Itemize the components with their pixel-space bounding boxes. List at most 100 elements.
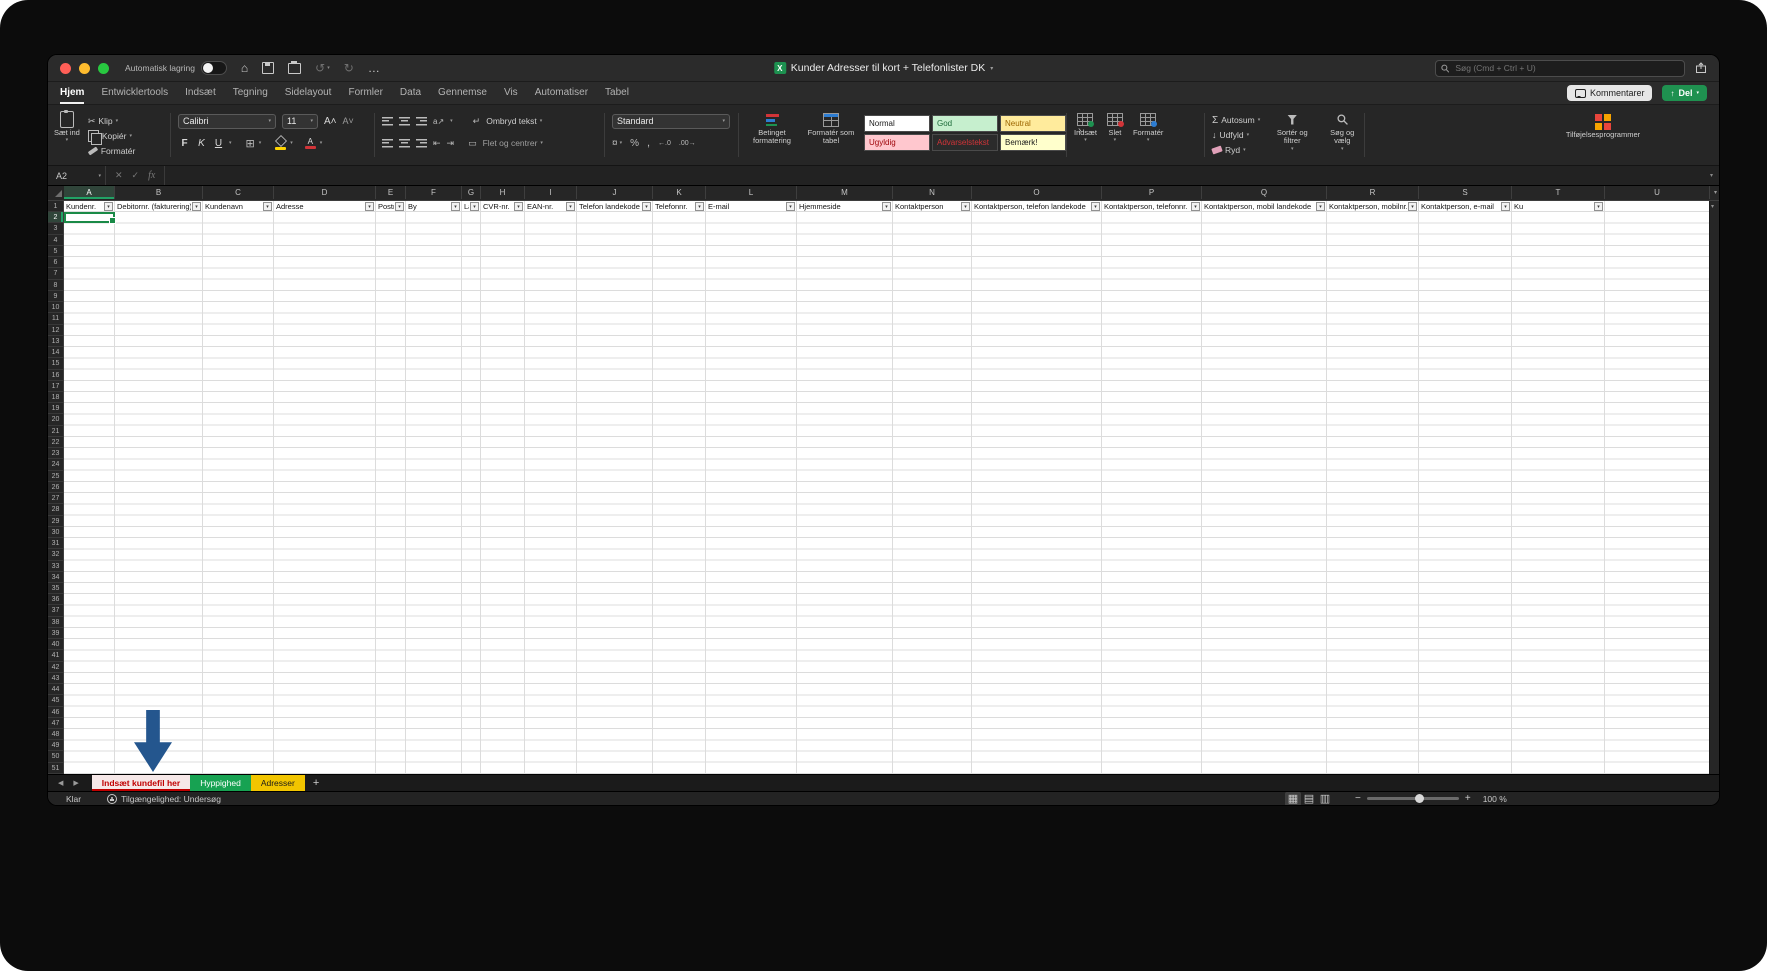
column-header-D[interactable]: D — [274, 186, 376, 199]
undo-icon[interactable]: ↺▾ — [315, 62, 330, 74]
print-icon[interactable] — [288, 63, 301, 74]
row-header-46[interactable]: 46 — [48, 707, 63, 718]
row-header-45[interactable]: 45 — [48, 695, 63, 706]
home-icon[interactable]: ⌂ — [241, 62, 248, 74]
row-header-41[interactable]: 41 — [48, 650, 63, 661]
filter-dropdown-I[interactable]: ▾ — [566, 202, 575, 211]
row-header-24[interactable]: 24 — [48, 459, 63, 470]
vertical-scrollbar[interactable]: ▾ — [1709, 201, 1719, 774]
filter-dropdown-D[interactable]: ▾ — [365, 202, 374, 211]
filter-dropdown-P[interactable]: ▾ — [1191, 202, 1200, 211]
row-header-8[interactable]: 8 — [48, 280, 63, 291]
cell-style-bemærk-[interactable]: Bemærk! — [1000, 134, 1066, 151]
accounting-format-icon[interactable]: ¤ — [612, 138, 618, 149]
sheet-nav-prev-icon[interactable]: ◀ — [58, 779, 63, 787]
ribbon-tab-entwicklertools[interactable]: Entwicklertools — [101, 82, 168, 104]
column-header-A[interactable]: A — [64, 186, 115, 199]
row-header-29[interactable]: 29 — [48, 516, 63, 527]
row-header-2[interactable]: 2 — [48, 212, 63, 223]
row-header-3[interactable]: 3 — [48, 223, 63, 234]
increase-decimal-icon[interactable]: ←.0 — [658, 140, 671, 147]
column-header-L[interactable]: L — [706, 186, 797, 199]
row-header-20[interactable]: 20 — [48, 414, 63, 425]
decrease-font-icon[interactable]: A˅ — [343, 116, 354, 126]
row-header-4[interactable]: 4 — [48, 235, 63, 246]
column-header-Q[interactable]: Q — [1202, 186, 1327, 199]
row-header-47[interactable]: 47 — [48, 718, 63, 729]
ribbon-tab-gennemse[interactable]: Gennemse — [438, 82, 487, 104]
column-header-G[interactable]: G — [462, 186, 481, 199]
column-header-C[interactable]: C — [203, 186, 274, 199]
row-header-9[interactable]: 9 — [48, 291, 63, 302]
row-header-48[interactable]: 48 — [48, 729, 63, 740]
ribbon-tab-indsæt[interactable]: Indsæt — [185, 82, 216, 104]
format-cells-button[interactable]: Formatér ▾ — [1133, 111, 1163, 161]
align-bottom-icon[interactable] — [416, 117, 427, 126]
zoom-level[interactable]: 100 % — [1483, 794, 1507, 804]
share-window-icon[interactable] — [1695, 62, 1707, 74]
column-header-P[interactable]: P — [1102, 186, 1202, 199]
row-header-21[interactable]: 21 — [48, 426, 63, 437]
page-layout-view-button[interactable]: ▤ — [1301, 792, 1317, 806]
header-options-icon[interactable]: ▾ — [1714, 189, 1717, 196]
filter-dropdown-O[interactable]: ▾ — [1091, 202, 1100, 211]
insert-function-icon[interactable]: fx — [148, 170, 155, 181]
bold-button[interactable]: F — [178, 138, 191, 149]
insert-cells-button[interactable]: Indsæt ▾ — [1074, 111, 1097, 161]
row-header-11[interactable]: 11 — [48, 313, 63, 324]
row-header-14[interactable]: 14 — [48, 347, 63, 358]
wrap-text-button[interactable]: Ombryd tekst▾ — [486, 114, 542, 128]
row-header-40[interactable]: 40 — [48, 639, 63, 650]
row-header-34[interactable]: 34 — [48, 572, 63, 583]
filter-dropdown-R[interactable]: ▾ — [1408, 202, 1417, 211]
filter-dropdown-B[interactable]: ▾ — [192, 202, 201, 211]
percent-format-icon[interactable]: % — [630, 138, 639, 149]
conditional-formatting-button[interactable]: Betinget formatering — [746, 111, 798, 146]
row-header-35[interactable]: 35 — [48, 583, 63, 594]
row-header-19[interactable]: 19 — [48, 403, 63, 414]
borders-icon[interactable]: ⊞ — [246, 137, 255, 150]
align-middle-icon[interactable] — [399, 117, 410, 126]
row-header-50[interactable]: 50 — [48, 751, 63, 762]
row-header-37[interactable]: 37 — [48, 605, 63, 616]
row-header-6[interactable]: 6 — [48, 257, 63, 268]
column-header-U[interactable]: U — [1605, 186, 1710, 199]
cut-button[interactable]: ✂ Klip ▾ — [88, 114, 135, 128]
underline-button[interactable]: U — [212, 138, 225, 149]
ribbon-tab-tabel[interactable]: Tabel — [605, 82, 629, 104]
name-box[interactable]: A2 ▾ — [48, 166, 106, 185]
sheet-tab-adresser[interactable]: Adresser — [251, 775, 305, 791]
row-header-32[interactable]: 32 — [48, 549, 63, 560]
row-header-17[interactable]: 17 — [48, 381, 63, 392]
filter-dropdown-T[interactable]: ▾ — [1594, 202, 1603, 211]
filter-dropdown-G[interactable]: ▾ — [470, 202, 479, 211]
fullscreen-window-button[interactable] — [98, 63, 109, 74]
row-header-25[interactable]: 25 — [48, 471, 63, 482]
sheet-tab-indsæt-kundefil-her[interactable]: Indsæt kundefil her — [92, 775, 190, 791]
redo-icon[interactable]: ↻ — [344, 62, 354, 74]
comma-format-icon[interactable]: , — [647, 137, 650, 149]
filter-dropdown-L[interactable]: ▾ — [786, 202, 795, 211]
document-title-group[interactable]: X Kunder Adresser til kort + Telefonlist… — [774, 62, 993, 74]
select-all-corner[interactable] — [48, 186, 65, 199]
paste-button[interactable]: Sæt ind ▾ — [54, 111, 80, 161]
page-break-view-button[interactable]: ▥ — [1317, 792, 1333, 806]
cell-style-ugyldig[interactable]: Ugyldig — [864, 134, 930, 151]
row-header-12[interactable]: 12 — [48, 325, 63, 336]
align-left-icon[interactable] — [382, 139, 393, 148]
row-header-23[interactable]: 23 — [48, 448, 63, 459]
more-commands-icon[interactable]: … — [368, 62, 380, 74]
share-button[interactable]: ↑ Del ▾ — [1662, 85, 1707, 101]
confirm-entry-icon[interactable]: ✓ — [132, 170, 140, 181]
filter-dropdown-E[interactable]: ▾ — [395, 202, 404, 211]
column-header-H[interactable]: H — [481, 186, 525, 199]
format-as-table-button[interactable]: Formatér som tabel — [806, 111, 856, 146]
zoom-slider[interactable] — [1367, 797, 1459, 800]
ribbon-tab-sidelayout[interactable]: Sidelayout — [285, 82, 332, 104]
column-header-M[interactable]: M — [797, 186, 893, 199]
document-title[interactable]: Kunder Adresser til kort + Telefonlister… — [791, 62, 985, 74]
cell-style-god[interactable]: God — [932, 115, 998, 132]
ribbon-tab-tegning[interactable]: Tegning — [233, 82, 268, 104]
decrease-indent-icon[interactable]: ⇤ — [433, 138, 441, 149]
fill-handle[interactable] — [109, 217, 116, 224]
